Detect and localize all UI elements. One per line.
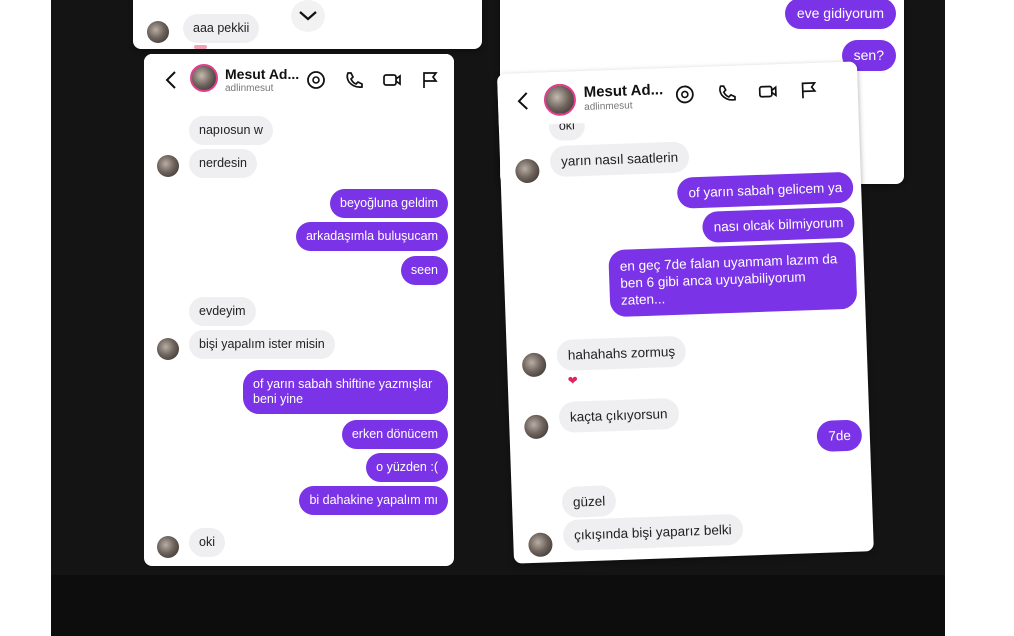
contact-username: adlinmesut	[225, 83, 274, 94]
message-bubble-outgoing: bi dahakine yapalım mı	[299, 486, 448, 515]
contact-name[interactable]: Mesut Ad...	[225, 66, 299, 82]
message-bubble-incoming: evdeyim	[189, 297, 256, 326]
right-chat-screenshot: Mesut Ad... adlinmesut oki yarın nasıl s…	[497, 61, 874, 564]
message-bubble-incoming: çıkışında bişi yaparız belki	[562, 513, 744, 551]
back-arrow-icon[interactable]	[164, 70, 178, 90]
scroll-down-button[interactable]	[291, 0, 325, 32]
contact-username: adlinmesut	[584, 100, 633, 113]
message-bubble-incoming: aaa pekkii	[183, 14, 260, 43]
message-bubble-incoming: bişi yapalım ister misin	[189, 330, 335, 359]
message-bubble-outgoing: nası olcak bilmiyorum	[702, 206, 855, 243]
effects-icon[interactable]	[306, 70, 326, 90]
contact-avatar	[157, 155, 179, 177]
chat-header: Mesut Ad... adlinmesut	[497, 61, 859, 126]
contact-avatar[interactable]	[543, 83, 577, 117]
message-bubble-outgoing: en geç 7de falan uyanmam lazım da ben 6 …	[608, 241, 858, 318]
message-bubble-outgoing: of yarın sabah shiftine yazmışlar beni y…	[243, 370, 448, 414]
contact-avatar	[514, 158, 540, 184]
contact-avatar	[528, 532, 553, 558]
phone-icon[interactable]	[344, 70, 364, 90]
video-icon[interactable]	[382, 70, 402, 90]
message-bubble-outgoing: arkadaşımla buluşucam	[295, 222, 448, 251]
video-icon[interactable]	[757, 81, 778, 102]
dark-backdrop-bottom	[51, 575, 945, 636]
message-bubble-incoming: hahahahs zormuş	[556, 335, 687, 372]
message-bubble-outgoing: eve gidiyorum	[784, 0, 896, 29]
contact-avatar	[157, 338, 179, 360]
heart-icon[interactable]: ❤	[568, 373, 579, 387]
chat-header: Mesut Ad... adlinmesut	[144, 54, 454, 106]
message-bubble-outgoing: of yarın sabah gelicem ya	[676, 171, 854, 209]
message-bubble-outgoing: beyoğluna geldim	[330, 189, 448, 218]
flag-icon[interactable]	[798, 80, 819, 101]
message-bubble-incoming: güzel	[561, 485, 617, 518]
back-arrow-icon[interactable]	[516, 91, 531, 111]
contact-avatar	[521, 352, 547, 378]
contact-avatar	[147, 21, 169, 43]
message-bubble-incoming: yarın nasıl saatlerin	[549, 141, 690, 178]
message-bubble-outgoing: 7de	[816, 419, 863, 453]
effects-icon[interactable]	[674, 84, 695, 105]
contact-avatar[interactable]	[190, 64, 218, 92]
message-bubble-incoming: kaçta çıkıyorsun	[558, 397, 680, 434]
reaction-heart-partial	[194, 45, 207, 49]
flag-icon[interactable]	[420, 70, 440, 90]
message-bubble-outgoing: o yüzden :(	[366, 453, 448, 482]
contact-avatar	[157, 536, 179, 558]
message-bubble-incoming: oki	[189, 528, 225, 557]
phone-icon[interactable]	[716, 83, 737, 104]
top-left-chat-fragment: aaa pekkii	[133, 0, 482, 49]
contact-name[interactable]: Mesut Ad...	[583, 81, 663, 101]
message-bubble-incoming: napıosun w	[189, 116, 273, 145]
message-bubble-outgoing: seen	[400, 256, 448, 285]
message-bubble-incoming: nerdesin	[189, 149, 257, 178]
message-bubble-outgoing: erken dönücem	[341, 420, 448, 449]
left-chat-screenshot: Mesut Ad... adlinmesut napıosun w nerdes…	[144, 54, 454, 566]
contact-avatar	[523, 414, 549, 440]
chevron-down-icon	[299, 11, 317, 21]
